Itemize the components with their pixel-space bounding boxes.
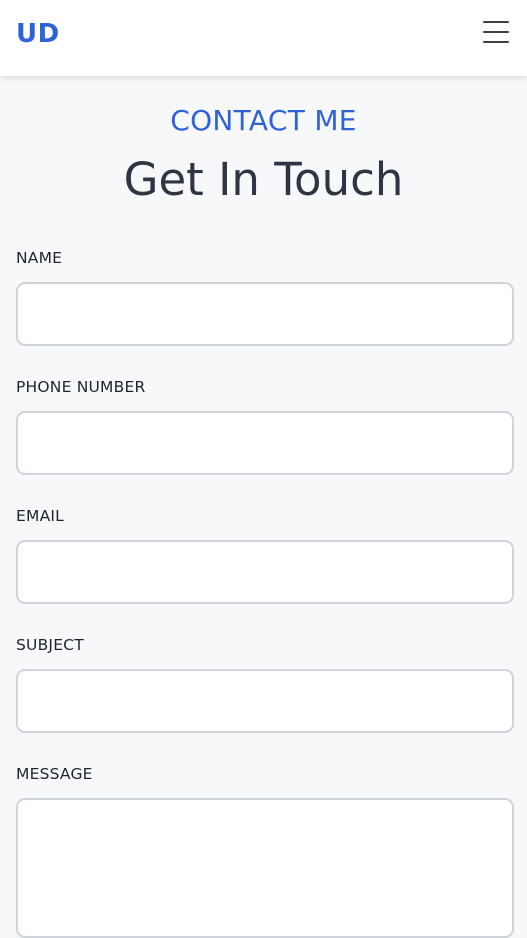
email-group: EMAIL [16, 506, 514, 604]
menu-bar-top [483, 21, 509, 23]
phone-group: PHONE NUMBER [16, 377, 514, 475]
name-input[interactable] [16, 282, 514, 346]
message-textarea[interactable] [16, 798, 514, 938]
page-title: Get In Touch [123, 153, 404, 206]
message-label: MESSAGE [16, 765, 93, 783]
name-group: NAME [16, 248, 514, 346]
section-label: CONTACT ME [170, 104, 357, 137]
navbar: UD [0, 0, 527, 76]
message-group: MESSAGE [16, 764, 514, 938]
email-input[interactable] [16, 540, 514, 604]
phone-input[interactable] [16, 411, 514, 475]
menu-bar-middle [483, 31, 509, 33]
subject-group: SUBJECT [16, 635, 514, 733]
subject-label: SUBJECT [16, 636, 84, 654]
hamburger-menu-icon[interactable] [481, 19, 511, 49]
menu-bar-bottom [483, 41, 509, 43]
site-logo[interactable]: UD [16, 18, 60, 50]
email-label: EMAIL [16, 507, 64, 525]
subject-input[interactable] [16, 669, 514, 733]
phone-label: PHONE NUMBER [16, 378, 146, 396]
name-label: NAME [16, 249, 63, 267]
